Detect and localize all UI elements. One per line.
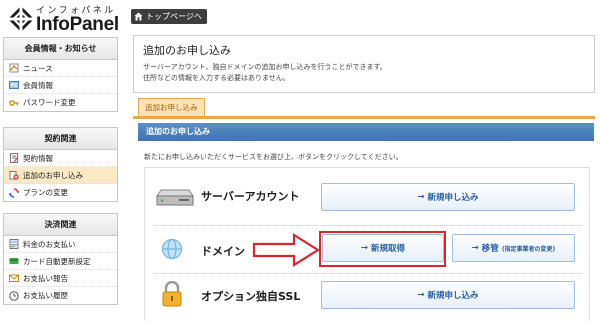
server-icon (156, 189, 194, 206)
top-page-label: トップページへ (146, 12, 202, 21)
arrow-right-icon: → (417, 192, 425, 202)
sidebar-item-member-info[interactable]: 会員情報 (4, 77, 117, 94)
card-icon (9, 258, 19, 264)
globe-icon (162, 239, 182, 259)
sidebar-group-member: 会員情報・お知らせ ニュース 会員情報 パスワード変更 (3, 37, 118, 112)
service-label: サーバーアカウント (201, 190, 300, 203)
sidebar-item-payment-report[interactable]: お支払い報告 (4, 270, 117, 287)
server-new-application-button[interactable]: → 新規申し込み (321, 183, 575, 211)
news-icon (9, 63, 19, 73)
annotation-arrow-icon (252, 233, 320, 267)
annotation-highlight-box (319, 231, 446, 267)
logo-title: InfoPanel (36, 14, 119, 35)
page-title: 追加のお申し込み (143, 44, 231, 57)
sidebar-group-payment: 決済関連 料金のお支払い カード自動更新設定 お支払い報告 お支払い履歴 (3, 213, 118, 305)
logo-diamond-icon (8, 6, 34, 32)
home-icon (134, 12, 143, 21)
sidebar-item-password[interactable]: パスワード変更 (4, 94, 117, 111)
sidebar-item-news[interactable]: ニュース (4, 60, 117, 77)
member-icon (9, 81, 19, 89)
sidebar-item-additional-application[interactable]: 追加のお申し込み (4, 167, 117, 184)
domain-transfer-button[interactable]: → 移管 (指定事業者の変更) (452, 234, 575, 262)
sidebar-header: 決済関連 (4, 214, 117, 236)
sidebar-item-payment[interactable]: 料金のお支払い (4, 236, 117, 253)
service-label: オプション独自SSL (201, 290, 301, 303)
password-icon (9, 99, 19, 106)
padlock-icon (162, 281, 182, 307)
sidebar-group-contract: 契約関連 契約情報 追加のお申し込み プランの変更 (3, 127, 118, 202)
page-description-note: 住所などの情報を入力する必要はありません。 (143, 74, 290, 82)
service-row-ssl: オプション独自SSL → 新規申し込み (145, 274, 589, 322)
add-icon (9, 171, 19, 180)
tab-underline (133, 116, 595, 119)
top-page-button[interactable]: トップページへ (131, 9, 207, 24)
tab-additional-application[interactable]: 追加お申し込み (138, 98, 205, 116)
section-header: 追加のお申し込み (138, 123, 594, 141)
infopanel-logo[interactable]: インフォパネル InfoPanel (8, 2, 138, 36)
sidebar-item-contract-info[interactable]: 契約情報 (4, 150, 117, 167)
payment-icon (9, 239, 19, 249)
sidebar-item-payment-history[interactable]: お支払い履歴 (4, 287, 117, 304)
service-label: ドメイン (201, 245, 245, 258)
sidebar-header: 会員情報・お知らせ (4, 38, 117, 60)
page-description: サーバーアカウント、独自ドメインの追加お申し込みを行うことができます。 (143, 63, 387, 71)
sidebar-item-plan-change[interactable]: プランの変更 (4, 184, 117, 201)
history-icon (9, 290, 19, 301)
sidebar-header: 契約関連 (4, 128, 117, 150)
report-icon (9, 274, 19, 282)
arrow-right-icon: → (417, 290, 425, 300)
plan-change-icon (9, 187, 19, 198)
ssl-new-application-button[interactable]: → 新規申し込み (321, 281, 575, 309)
service-row-server-account: サーバーアカウント → 新規申し込み (145, 168, 589, 226)
sidebar-item-card-auto-renew[interactable]: カード自動更新設定 (4, 253, 117, 270)
instruction-text: 新たにお申し込みいただくサービスをお選び上、ボタンをクリックしてください。 (144, 153, 403, 161)
arrow-right-icon: → (471, 243, 479, 253)
contract-icon (10, 153, 19, 163)
description-panel: 追加のお申し込み サーバーアカウント、独自ドメインの追加お申し込みを行うことがで… (133, 35, 595, 93)
